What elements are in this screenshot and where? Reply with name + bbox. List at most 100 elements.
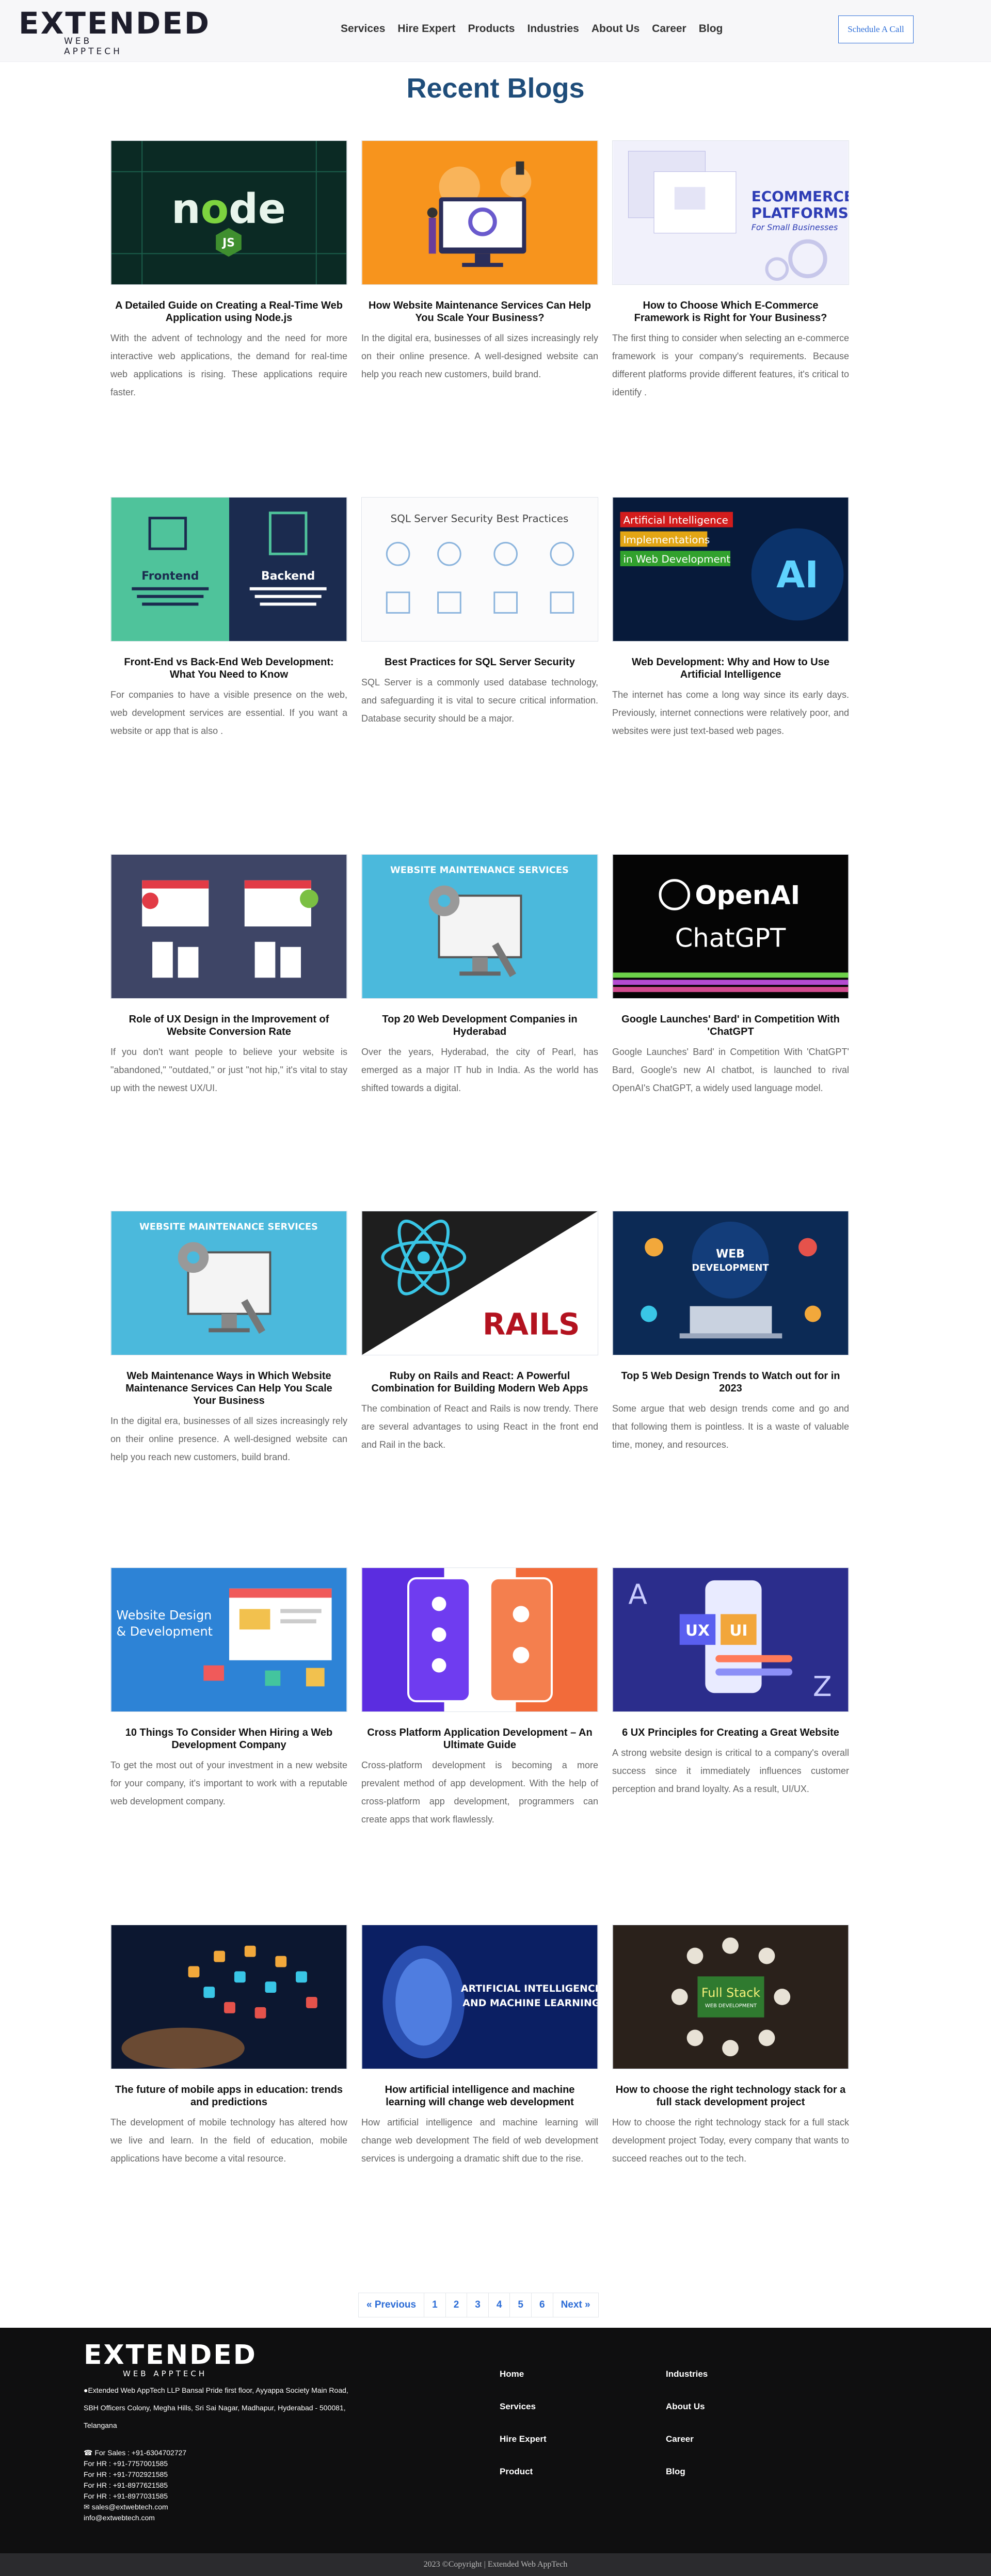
blog-card[interactable]: WEBSITE MAINTENANCE SERVICES Web Mainten… — [110, 1211, 347, 1466]
footer-link-services[interactable]: Services — [500, 2401, 547, 2413]
blog-card[interactable]: RAILS Ruby on Rails and React: A Powerfu… — [361, 1211, 598, 1454]
pagination-next[interactable]: Next » — [553, 2293, 598, 2317]
blog-card[interactable]: ECOMMERCE PLATFORMS For Small Businesses… — [612, 140, 849, 402]
blog-card[interactable]: Full Stack WEB DEVELOPMENT How to choose… — [612, 1925, 849, 2168]
blog-thumbnail-mobile-apps[interactable] — [110, 1925, 347, 2069]
contact-hr[interactable]: For HR : +91-7702921585 — [84, 2469, 186, 2480]
blog-card[interactable]: OpenAI ChatGPT Google Launches' Bard' in… — [612, 854, 849, 1097]
pagination-previous[interactable]: « Previous — [359, 2293, 425, 2317]
blog-title[interactable]: How to choose the right technology stack… — [612, 2084, 849, 2108]
footer-link-about-us[interactable]: About Us — [666, 2401, 708, 2413]
nav-item-blog[interactable]: Blog — [699, 21, 723, 37]
blog-thumbnail-openai-chatgpt[interactable]: OpenAI ChatGPT — [612, 854, 849, 999]
blog-excerpt: A strong website design is critical to a… — [612, 1748, 849, 1794]
blog-thumbnail-ai-web[interactable]: AI Artificial Intelligence Implementatio… — [612, 497, 849, 642]
blog-card[interactable]: Role of UX Design in the Improvement of … — [110, 854, 347, 1097]
blog-card[interactable]: Frontend Backend Front-End vs Back-End W… — [110, 497, 347, 740]
footer-link-hire-expert[interactable]: Hire Expert — [500, 2433, 547, 2445]
blog-title[interactable]: A Detailed Guide on Creating a Real-Time… — [110, 299, 347, 324]
image-text-maintenance-services: WEBSITE MAINTENANCE SERVICES — [139, 1222, 318, 1233]
footer-link-career[interactable]: Career — [666, 2433, 708, 2445]
blog-thumbnail-react-rails[interactable]: RAILS — [361, 1211, 598, 1355]
blog-card[interactable]: The future of mobile apps in education: … — [110, 1925, 347, 2168]
blog-title[interactable]: 6 UX Principles for Creating a Great Web… — [612, 1726, 849, 1739]
blog-excerpt: In the digital era, businesses of all si… — [110, 1416, 347, 1462]
blog-thumbnail-cross-platform[interactable] — [361, 1567, 598, 1712]
blog-card[interactable]: How Website Maintenance Services Can Hel… — [361, 140, 598, 383]
image-text-openai: OpenAI — [695, 880, 800, 910]
blog-card[interactable]: Cross Platform Application Development –… — [361, 1567, 598, 1829]
contact-email-info[interactable]: info@extwebtech.com — [84, 2513, 186, 2523]
blog-card[interactable]: A Z UX UI 6 UX Principles for Creating a… — [612, 1567, 849, 1798]
blog-thumbnail-ux-conversion[interactable] — [110, 854, 347, 999]
blog-card[interactable]: node JS A Detailed Guide on Creating a R… — [110, 140, 347, 402]
footer-link-blog[interactable]: Blog — [666, 2466, 708, 2478]
blog-thumbnail-nodejs[interactable]: node JS — [110, 140, 347, 285]
blog-excerpt: In the digital era, businesses of all si… — [361, 333, 598, 379]
blog-thumbnail-ux-ui[interactable]: A Z UX UI — [612, 1567, 849, 1712]
blog-title[interactable]: Google Launches' Bard' in Competition Wi… — [612, 1013, 849, 1038]
blog-title[interactable]: Front-End vs Back-End Web Development: W… — [110, 656, 347, 681]
blog-card[interactable]: Website Design & Development 10 Things T… — [110, 1567, 347, 1811]
blog-thumbnail-full-stack[interactable]: Full Stack WEB DEVELOPMENT — [612, 1925, 849, 2069]
site-logo[interactable]: EXTENDED WEB APPTECH — [19, 7, 209, 57]
image-text-in-web-development: in Web Development — [623, 553, 730, 565]
blog-thumbnail-website-maintenance[interactable]: WEBSITE MAINTENANCE SERVICES — [361, 854, 598, 999]
blog-thumbnail-ai-ml[interactable]: ARTIFICIAL INTELLIGENCE AND MACHINE LEAR… — [361, 1925, 598, 2069]
blog-title[interactable]: Best Practices for SQL Server Security — [361, 656, 598, 668]
blog-card[interactable]: WEB DEVELOPMENT Top 5 Web Design Trends … — [612, 1211, 849, 1454]
blog-title[interactable]: Top 5 Web Design Trends to Watch out for… — [612, 1370, 849, 1395]
blog-title[interactable]: Web Maintenance Ways in Which Website Ma… — [110, 1370, 347, 1407]
nav-item-industries[interactable]: Industries — [527, 21, 579, 37]
blog-title[interactable]: How Website Maintenance Services Can Hel… — [361, 299, 598, 324]
blog-card[interactable]: SQL Server Security Best Practices Best … — [361, 497, 598, 728]
nav-item-products[interactable]: Products — [468, 21, 515, 37]
blog-thumbnail-website-design[interactable]: Website Design & Development — [110, 1567, 347, 1712]
footer-link-industries[interactable]: Industries — [666, 2368, 708, 2380]
blog-thumbnail-ecommerce[interactable]: ECOMMERCE PLATFORMS For Small Businesses — [612, 140, 849, 285]
blog-card[interactable]: ARTIFICIAL INTELLIGENCE AND MACHINE LEAR… — [361, 1925, 598, 2168]
blog-excerpt: Some argue that web design trends come a… — [612, 1403, 849, 1450]
footer-link-home[interactable]: Home — [500, 2368, 547, 2380]
blog-thumbnail-website-maintenance[interactable]: WEBSITE MAINTENANCE SERVICES — [110, 1211, 347, 1355]
image-text-ai: AI — [776, 553, 819, 596]
blog-title[interactable]: How to Choose Which E-Commerce Framework… — [612, 299, 849, 324]
blog-title[interactable]: Ruby on Rails and React: A Powerful Comb… — [361, 1370, 598, 1395]
pagination-page-5[interactable]: 5 — [510, 2293, 532, 2317]
contact-hr[interactable]: For HR : +91-8977621585 — [84, 2480, 186, 2491]
blog-title[interactable]: The future of mobile apps in education: … — [110, 2084, 347, 2108]
blog-title[interactable]: Top 20 Web Development Companies in Hyde… — [361, 1013, 598, 1038]
pagination-page-2[interactable]: 2 — [446, 2293, 468, 2317]
footer-logo[interactable]: EXTENDED WEB APPTECH — [84, 2341, 257, 2378]
pagination-page-6[interactable]: 6 — [532, 2293, 553, 2317]
blog-title[interactable]: How artificial intelligence and machine … — [361, 2084, 598, 2108]
contact-hr[interactable]: For HR : +91-7757001585 — [84, 2458, 186, 2469]
nav-item-services[interactable]: Services — [341, 21, 385, 37]
blog-card[interactable]: WEBSITE MAINTENANCE SERVICES Top 20 Web … — [361, 854, 598, 1097]
blog-title[interactable]: Cross Platform Application Development –… — [361, 1726, 598, 1751]
blog-title[interactable]: 10 Things To Consider When Hiring a Web … — [110, 1726, 347, 1751]
blog-excerpt: Google Launches' Bard' in Competition Wi… — [612, 1047, 849, 1093]
blog-card[interactable]: AI Artificial Intelligence Implementatio… — [612, 497, 849, 740]
footer-link-product[interactable]: Product — [500, 2466, 547, 2478]
blog-title[interactable]: Role of UX Design in the Improvement of … — [110, 1013, 347, 1038]
blog-title[interactable]: Web Development: Why and How to Use Arti… — [612, 656, 849, 681]
address-line: SBH Officers Colony, Megha Hills, Sri Sa… — [84, 2404, 346, 2412]
schedule-call-button[interactable]: Schedule A Call — [838, 15, 914, 43]
pagination-page-4[interactable]: 4 — [489, 2293, 510, 2317]
contact-email-sales[interactable]: ✉ sales@extwebtech.com — [84, 2502, 186, 2513]
pagination-page-3[interactable]: 3 — [467, 2293, 489, 2317]
blog-excerpt: With the advent of technology and the ne… — [110, 333, 347, 397]
blog-thumbnail-frontend-backend[interactable]: Frontend Backend — [110, 497, 347, 642]
blog-excerpt: The combination of React and Rails is no… — [361, 1403, 598, 1450]
nav-item-about-us[interactable]: About Us — [592, 21, 640, 37]
blog-thumbnail-maintenance[interactable] — [361, 140, 598, 285]
blog-thumbnail-web-development[interactable]: WEB DEVELOPMENT — [612, 1211, 849, 1355]
image-text-development: & Development — [117, 1624, 213, 1639]
pagination-page-1[interactable]: 1 — [424, 2293, 446, 2317]
nav-item-career[interactable]: Career — [652, 21, 686, 37]
nav-item-hire-expert[interactable]: Hire Expert — [397, 21, 455, 37]
contact-sales[interactable]: ☎ For Sales : +91-6304702727 — [84, 2447, 186, 2458]
blog-thumbnail-sql-security[interactable]: SQL Server Security Best Practices — [361, 497, 598, 642]
contact-hr[interactable]: For HR : +91-8977031585 — [84, 2491, 186, 2502]
